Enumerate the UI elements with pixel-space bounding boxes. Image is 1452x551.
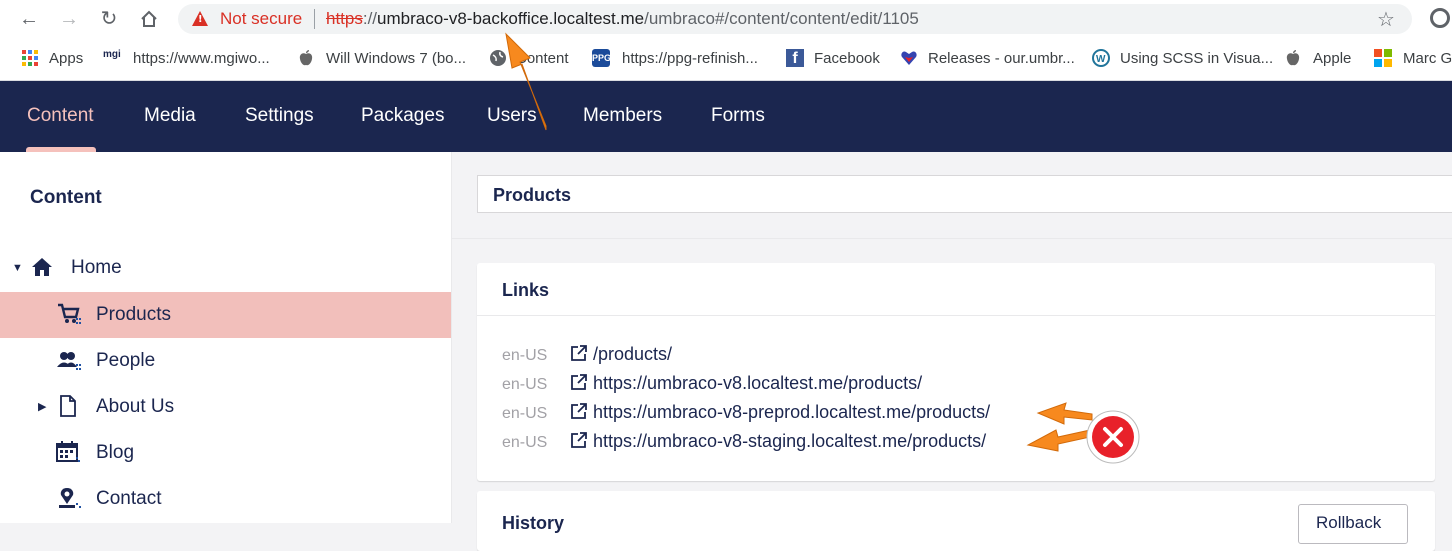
links-title: Links xyxy=(502,280,550,300)
link-url[interactable]: https://umbraco-v8.localtest.me/products… xyxy=(593,373,922,394)
tree-title: Content xyxy=(30,187,102,208)
people-icon xyxy=(57,349,81,376)
calendar-icon xyxy=(56,441,80,468)
tree-item-about-us[interactable]: ▶ About Us xyxy=(0,384,451,430)
svg-text:W: W xyxy=(1096,54,1106,65)
section-media[interactable]: Media xyxy=(144,105,196,127)
url-scheme: https xyxy=(326,9,363,28)
forward-arrow-icon[interactable]: → xyxy=(56,6,82,32)
section-navigation: Content Media Settings Packages Users Me… xyxy=(0,81,1452,152)
browser-toolbar: ← → ↻ ! Not secure https://umbraco-v8-ba… xyxy=(0,0,1452,38)
security-label[interactable]: Not secure xyxy=(220,9,302,29)
caret-right-icon[interactable]: ▶ xyxy=(38,400,46,413)
bookmark-mgiwo[interactable]: https://www.mgiwo... xyxy=(133,50,270,67)
link-item[interactable]: en-US https://umbraco-v8-preprod.localte… xyxy=(502,401,1402,427)
wordpress-icon: W xyxy=(1092,49,1110,67)
section-settings[interactable]: Settings xyxy=(245,105,314,127)
bookmark-apps[interactable]: Apps xyxy=(49,50,83,67)
node-name-input[interactable]: Products xyxy=(477,175,1452,213)
link-url[interactable]: https://umbraco-v8-staging.localtest.me/… xyxy=(593,431,986,452)
bookmark-releases[interactable]: Releases - our.umbr... xyxy=(928,50,1075,67)
link-item[interactable]: en-US /products/ xyxy=(502,343,1402,369)
section-forms[interactable]: Forms xyxy=(711,105,765,127)
link-item[interactable]: en-US https://umbraco-v8.localtest.me/pr… xyxy=(502,372,1402,398)
omnibox-separator xyxy=(314,9,315,29)
section-packages[interactable]: Packages xyxy=(361,105,444,127)
umbraco-heart-icon xyxy=(900,49,918,67)
bookmark-apple[interactable]: Apple xyxy=(1313,50,1351,67)
apps-grid-icon xyxy=(21,49,39,67)
external-link-icon xyxy=(570,373,588,396)
bookmark-scss[interactable]: Using SCSS in Visua... xyxy=(1120,50,1273,67)
culture-label: en-US xyxy=(502,376,548,393)
bookmark-ppg[interactable]: https://ppg-refinish... xyxy=(622,50,758,67)
node-name-value: Products xyxy=(493,185,572,205)
section-content[interactable]: Content xyxy=(27,105,94,127)
reload-icon[interactable]: ↻ xyxy=(96,6,122,32)
globe-icon xyxy=(489,49,507,67)
cart-icon xyxy=(57,303,81,330)
culture-label: en-US xyxy=(502,347,548,364)
ppg-icon: PPG xyxy=(592,49,611,67)
link-url[interactable]: /products/ xyxy=(593,344,672,365)
url-separator: :// xyxy=(362,9,378,28)
mgi-icon: mgi xyxy=(103,49,121,60)
tree-item-people[interactable]: People xyxy=(0,338,451,384)
caret-down-icon[interactable]: ▼ xyxy=(12,262,23,274)
link-url[interactable]: https://umbraco-v8-preprod.localtest.me/… xyxy=(593,402,990,423)
rollback-button[interactable]: Rollback xyxy=(1298,504,1408,544)
tree-item-label: Contact xyxy=(96,488,162,509)
culture-label: en-US xyxy=(502,405,548,422)
external-link-icon xyxy=(570,344,588,367)
section-users[interactable]: Users xyxy=(487,105,537,127)
url-text[interactable]: https://umbraco-v8-backoffice.localtest.… xyxy=(326,9,919,29)
apple-icon xyxy=(1285,49,1303,67)
tree-item-products[interactable]: Products xyxy=(0,292,451,338)
tree-item-label: About Us xyxy=(96,396,175,417)
url-path: /umbraco#/content/content/edit/1105 xyxy=(644,9,919,28)
home-button-icon[interactable] xyxy=(136,6,162,32)
tree-item-contact[interactable]: Contact xyxy=(0,476,451,522)
history-title: History xyxy=(502,513,565,533)
document-icon xyxy=(59,395,77,422)
links-separator xyxy=(477,315,1435,316)
history-panel: History Rollback xyxy=(477,491,1435,551)
home-icon xyxy=(31,256,53,283)
header-divider xyxy=(452,238,1452,239)
warning-icon[interactable]: ! xyxy=(192,11,208,26)
bookmark-star-icon[interactable]: ☆ xyxy=(1377,7,1395,32)
external-link-icon xyxy=(570,431,588,454)
bookmarks-bar: Apps mgi https://www.mgiwo... Will Windo… xyxy=(0,38,1452,81)
tree-item-label: Home xyxy=(71,257,122,278)
link-item[interactable]: en-US https://umbraco-v8-staging.localte… xyxy=(502,430,1402,456)
external-link-icon xyxy=(570,402,588,425)
apple-icon xyxy=(298,49,316,67)
profile-icon[interactable] xyxy=(1430,8,1450,28)
back-arrow-icon[interactable]: ← xyxy=(16,6,42,32)
facebook-icon: f xyxy=(786,49,804,67)
section-members[interactable]: Members xyxy=(583,105,662,127)
bookmark-windows7[interactable]: Will Windows 7 (bo... xyxy=(326,50,466,67)
rollback-label: Rollback xyxy=(1316,513,1382,532)
links-panel: Links en-US /products/ en-US https://umb… xyxy=(477,263,1435,481)
bookmark-content[interactable]: Content xyxy=(516,50,569,67)
map-pin-icon xyxy=(57,487,81,514)
content-tree: Content ▼ Home Products People ▶ About U… xyxy=(0,152,452,523)
tree-item-home[interactable]: ▼ Home xyxy=(0,245,451,291)
culture-label: en-US xyxy=(502,434,548,451)
url-host: umbraco-v8-backoffice.localtest.me xyxy=(377,9,645,28)
tree-item-label: Blog xyxy=(96,442,135,463)
bookmark-marc[interactable]: Marc G xyxy=(1403,50,1452,67)
microsoft-icon xyxy=(1374,49,1392,67)
bookmark-facebook[interactable]: Facebook xyxy=(814,50,880,67)
tree-item-blog[interactable]: Blog xyxy=(0,430,451,476)
tree-item-label: Products xyxy=(96,304,171,325)
tree-item-label: People xyxy=(96,350,156,371)
